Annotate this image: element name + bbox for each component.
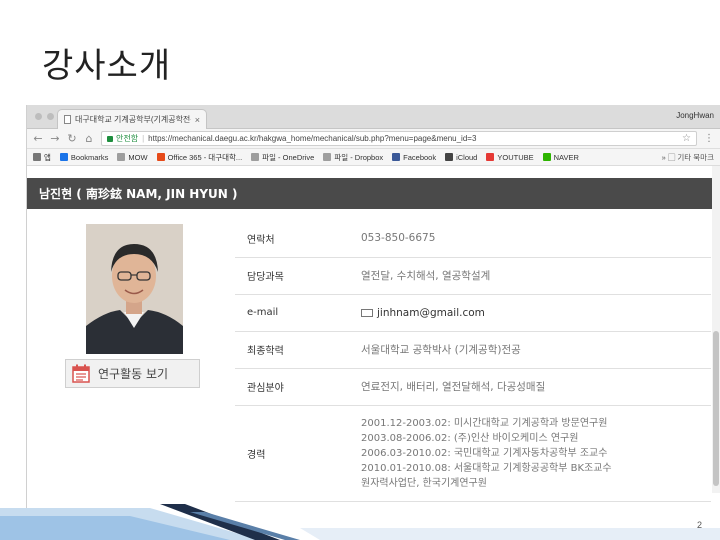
career-line: 2006.03-2010.02: 국민대학교 기계자동차공학부 조교수	[361, 447, 608, 459]
career-line: 2010.01-2010.08: 서울대학교 기계항공공학부 BK조교수	[361, 462, 612, 474]
browser-toolbar: ← → ↻ ⌂ 안전함 | https://mechanical.daegu.a…	[27, 129, 720, 149]
table-row: e-mail jinhnam@gmail.com	[235, 294, 711, 332]
secure-label: 안전함	[116, 134, 139, 143]
bookmark-item[interactable]: MOW	[117, 152, 148, 162]
calendar-icon	[72, 364, 90, 383]
bookmark-label: 앱	[44, 152, 51, 162]
profile-photo	[86, 224, 183, 354]
table-row: 최종학력 서울대학교 공학박사 (기계공학)전공	[235, 331, 711, 369]
close-tab-icon[interactable]: ×	[195, 115, 200, 125]
minimize-window-button[interactable]	[47, 113, 54, 120]
reload-icon[interactable]: ↻	[67, 133, 77, 144]
youtube-icon	[486, 153, 495, 161]
education-label: 최종학력	[235, 331, 353, 369]
browser-tab[interactable]: 대구대학교 기계공학부(기계공학전공 ×	[57, 109, 207, 129]
back-icon[interactable]: ←	[33, 133, 43, 144]
courses-value: 열전달, 수치해석, 열공학설계	[353, 257, 711, 295]
bookmark-label: iCloud	[456, 152, 478, 162]
email-link[interactable]: jinhnam@gmail.com	[377, 307, 485, 319]
bookmark-label: 파일 - Dropbox	[334, 152, 384, 162]
contact-label: 연락처	[235, 220, 353, 258]
career-line: 원자력사업단, 한국기계연구원	[361, 477, 487, 489]
scrollbar-thumb[interactable]	[713, 331, 719, 486]
bookmark-label: MOW	[128, 152, 148, 162]
email-label: e-mail	[235, 294, 353, 332]
bookmark-item[interactable]: YOUTUBE	[486, 152, 534, 162]
research-activity-button[interactable]: 연구활동 보기	[65, 359, 200, 388]
facebook-icon	[392, 153, 401, 161]
bookmark-item[interactable]: Facebook	[392, 153, 436, 162]
interests-label: 관심분야	[235, 368, 353, 406]
career-line: 2003.08-2006.02: (주)인산 바이오케미스 연구원	[361, 432, 579, 444]
separator: |	[142, 134, 145, 143]
bookmark-label: Facebook	[403, 152, 437, 162]
page-icon	[251, 153, 260, 161]
bookmark-item[interactable]: iCloud	[445, 153, 477, 162]
profile-name[interactable]: JongHwan	[676, 111, 714, 120]
naver-icon	[542, 153, 551, 161]
bookmarks-bar: 앱 Bookmarks MOW Office 365 - 대구대학... 파일 - On…	[27, 149, 720, 166]
menu-icon[interactable]: ⋮	[704, 133, 714, 144]
bookmark-label: YOUTUBE	[497, 152, 534, 162]
bookmark-item[interactable]: 앱	[33, 152, 51, 163]
page-icon	[64, 115, 71, 124]
tab-bar: 대구대학교 기계공학부(기계공학전공 × JongHwan	[27, 105, 720, 129]
table-row: 관심분야 연료전지, 배터리, 열전달해석, 다공성매질	[235, 368, 711, 406]
contact-value: 053-850-6675	[353, 220, 711, 258]
page-icon	[323, 153, 332, 161]
bookmark-item[interactable]: Office 365 - 대구대학...	[156, 152, 243, 163]
bookmark-label: Office 365 - 대구대학...	[167, 152, 243, 162]
slide-title: 강사소개	[42, 46, 172, 86]
tab-title: 대구대학교 기계공학부(기계공학전공	[75, 115, 191, 124]
career-line: 2001.12-2003.02: 미시간대학교 기계공학과 방문연구원	[361, 417, 608, 429]
bookmark-item[interactable]: 파일 - Dropbox	[323, 152, 383, 163]
bookmark-item[interactable]: Bookmarks	[59, 152, 109, 162]
browser-window: 대구대학교 기계공학부(기계공학전공 × JongHwan ← → ↻ ⌂ 안전…	[26, 105, 720, 515]
bookmark-star-icon[interactable]: ☆	[682, 133, 691, 144]
apple-icon	[445, 153, 454, 161]
table-row: 경력 2001.12-2003.02: 미시간대학교 기계공학과 방문연구원 2…	[235, 405, 711, 502]
slide-number: 2	[696, 520, 702, 530]
profile-info-table: 연락처 053-850-6675 담당과목 열전달, 수치해석, 열공학설계 e…	[235, 220, 711, 502]
bookmark-item[interactable]: NAVER	[542, 152, 579, 162]
bookmark-item[interactable]: 파일 - OneDrive	[251, 152, 314, 163]
professor-name-header: 남진현 ( 南珍鉉 NAM, JIN HYUN )	[27, 178, 713, 209]
courses-label: 담당과목	[235, 257, 353, 295]
page-viewport: 남진현 ( 南珍鉉 NAM, JIN HYUN ) 연구활동 보기 연락처 05…	[27, 166, 720, 502]
email-cell: jinhnam@gmail.com	[353, 294, 711, 332]
star-icon	[59, 153, 68, 161]
page-scrollbar[interactable]	[712, 166, 720, 493]
bookmark-label: Bookmarks	[70, 152, 109, 162]
address-bar[interactable]: 안전함 | https://mechanical.daegu.ac.kr/hak…	[101, 131, 697, 146]
bookmark-label: NAVER	[553, 152, 579, 162]
lock-icon	[107, 135, 113, 142]
interests-value: 연료전지, 배터리, 열전달해석, 다공성매질	[353, 368, 711, 406]
forward-icon[interactable]: →	[50, 133, 60, 144]
research-activity-label: 연구활동 보기	[98, 367, 169, 381]
close-window-button[interactable]	[35, 113, 42, 120]
bookmark-label: 파일 - OneDrive	[262, 152, 315, 162]
education-value: 서울대학교 공학박사 (기계공학)전공	[353, 331, 711, 369]
bookmarks-overflow[interactable]: » ▢ 기타 북마크	[662, 152, 714, 163]
career-value: 2001.12-2003.02: 미시간대학교 기계공학과 방문연구원 2003…	[353, 405, 711, 502]
home-icon[interactable]: ⌂	[84, 133, 94, 144]
url-text[interactable]: https://mechanical.daegu.ac.kr/hakgwa_ho…	[148, 134, 678, 143]
apps-icon	[33, 153, 41, 161]
table-row: 담당과목 열전달, 수치해석, 열공학설계	[235, 257, 711, 295]
career-label: 경력	[235, 405, 353, 502]
office-icon	[156, 153, 165, 161]
page-icon	[117, 153, 126, 161]
mail-icon	[361, 308, 373, 317]
table-row: 연락처 053-850-6675	[235, 220, 711, 258]
